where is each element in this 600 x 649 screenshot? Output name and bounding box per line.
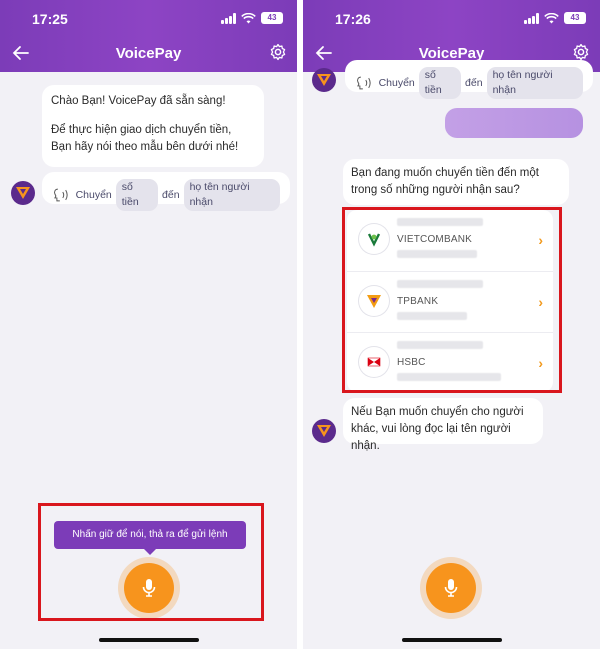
page-title: VoicePay — [115, 45, 182, 62]
followup-bubble: Nếu Bạn muốn chuyển cho người khác, vui … — [343, 398, 543, 452]
hint-pill-amount: số tiền — [115, 179, 159, 211]
question-bubble: Bạn đang muốn chuyển tiền đến một trong … — [343, 159, 569, 205]
hint-word-to: đến — [162, 188, 180, 201]
voice-wave-icon — [357, 76, 371, 90]
hint-word-to: đến — [465, 76, 483, 89]
wifi-icon — [241, 12, 256, 23]
followup-line-1: Nếu Bạn muốn chuyển cho người — [351, 406, 524, 418]
hint-pill-recipient: họ tên người nhận — [486, 67, 583, 99]
phone-screen-left: 17:25 43 VoicePay Chào Bạn! VoicePay đã … — [0, 0, 297, 649]
voice-wave-icon — [54, 188, 68, 202]
gear-icon[interactable] — [572, 43, 590, 61]
home-indicator — [402, 638, 502, 642]
microphone-button[interactable] — [426, 563, 476, 613]
followup-line-2: khác, vui lòng đọc lại tên người nhận. — [351, 423, 511, 452]
nav-bar: VoicePay — [0, 38, 297, 70]
highlight-box-recipients — [342, 207, 562, 393]
voicepay-logo-icon — [312, 68, 336, 92]
greeting-line-2: Để thực hiện giao dịch chuyển tiền, — [51, 124, 232, 136]
phone-screen-right: 17:26 43 VoicePay Chuyển số tiền đến họ — [303, 0, 600, 649]
greeting-line-3: Bạn hãy nói theo mẫu bên dưới nhé! — [51, 141, 239, 153]
hint-pill-amount: số tiền — [418, 67, 462, 99]
battery-icon: 43 — [261, 12, 283, 24]
voicepay-logo-icon — [312, 419, 336, 443]
gear-icon[interactable] — [269, 43, 287, 61]
screenshot-pair: 17:25 43 VoicePay Chào Bạn! VoicePay đã … — [0, 0, 600, 649]
status-bar: 17:25 43 — [0, 0, 297, 38]
status-icons: 43 — [524, 12, 586, 24]
battery-icon: 43 — [564, 12, 586, 24]
question-line-2: trong số những người nhận sau? — [351, 184, 520, 196]
status-bar: 17:26 43 — [303, 0, 600, 38]
app-header: 17:25 43 VoicePay — [0, 0, 297, 72]
status-time: 17:26 — [335, 11, 371, 27]
hint-row: Chuyển số tiền đến họ tên người nhận — [355, 67, 583, 99]
voice-hint-bubble: Chuyển số tiền đến họ tên người nhận — [42, 172, 290, 211]
user-voice-message — [445, 108, 583, 138]
question-line-1: Bạn đang muốn chuyển tiền đến một — [351, 167, 539, 179]
status-time: 17:25 — [32, 11, 68, 27]
voicepay-logo-icon — [11, 181, 35, 205]
voice-hint-bubble: Chuyển số tiền đến họ tên người nhận — [345, 60, 593, 99]
hint-word-transfer: Chuyển — [378, 76, 415, 89]
greeting-bubble: Chào Bạn! VoicePay đã sẵn sàng! Để thực … — [42, 85, 264, 167]
status-icons: 43 — [221, 12, 283, 24]
home-indicator — [99, 638, 199, 642]
hint-word-transfer: Chuyển — [75, 188, 112, 201]
signal-icon — [221, 12, 236, 24]
hint-pill-recipient: họ tên người nhận — [183, 179, 280, 211]
microphone-icon — [444, 579, 458, 597]
signal-icon — [524, 12, 539, 24]
wifi-icon — [544, 12, 559, 23]
greeting-line-1: Chào Bạn! VoicePay đã sẵn sàng! — [51, 95, 226, 107]
hint-row: Chuyển số tiền đến họ tên người nhận — [52, 179, 280, 211]
highlight-box-microphone — [38, 503, 264, 621]
